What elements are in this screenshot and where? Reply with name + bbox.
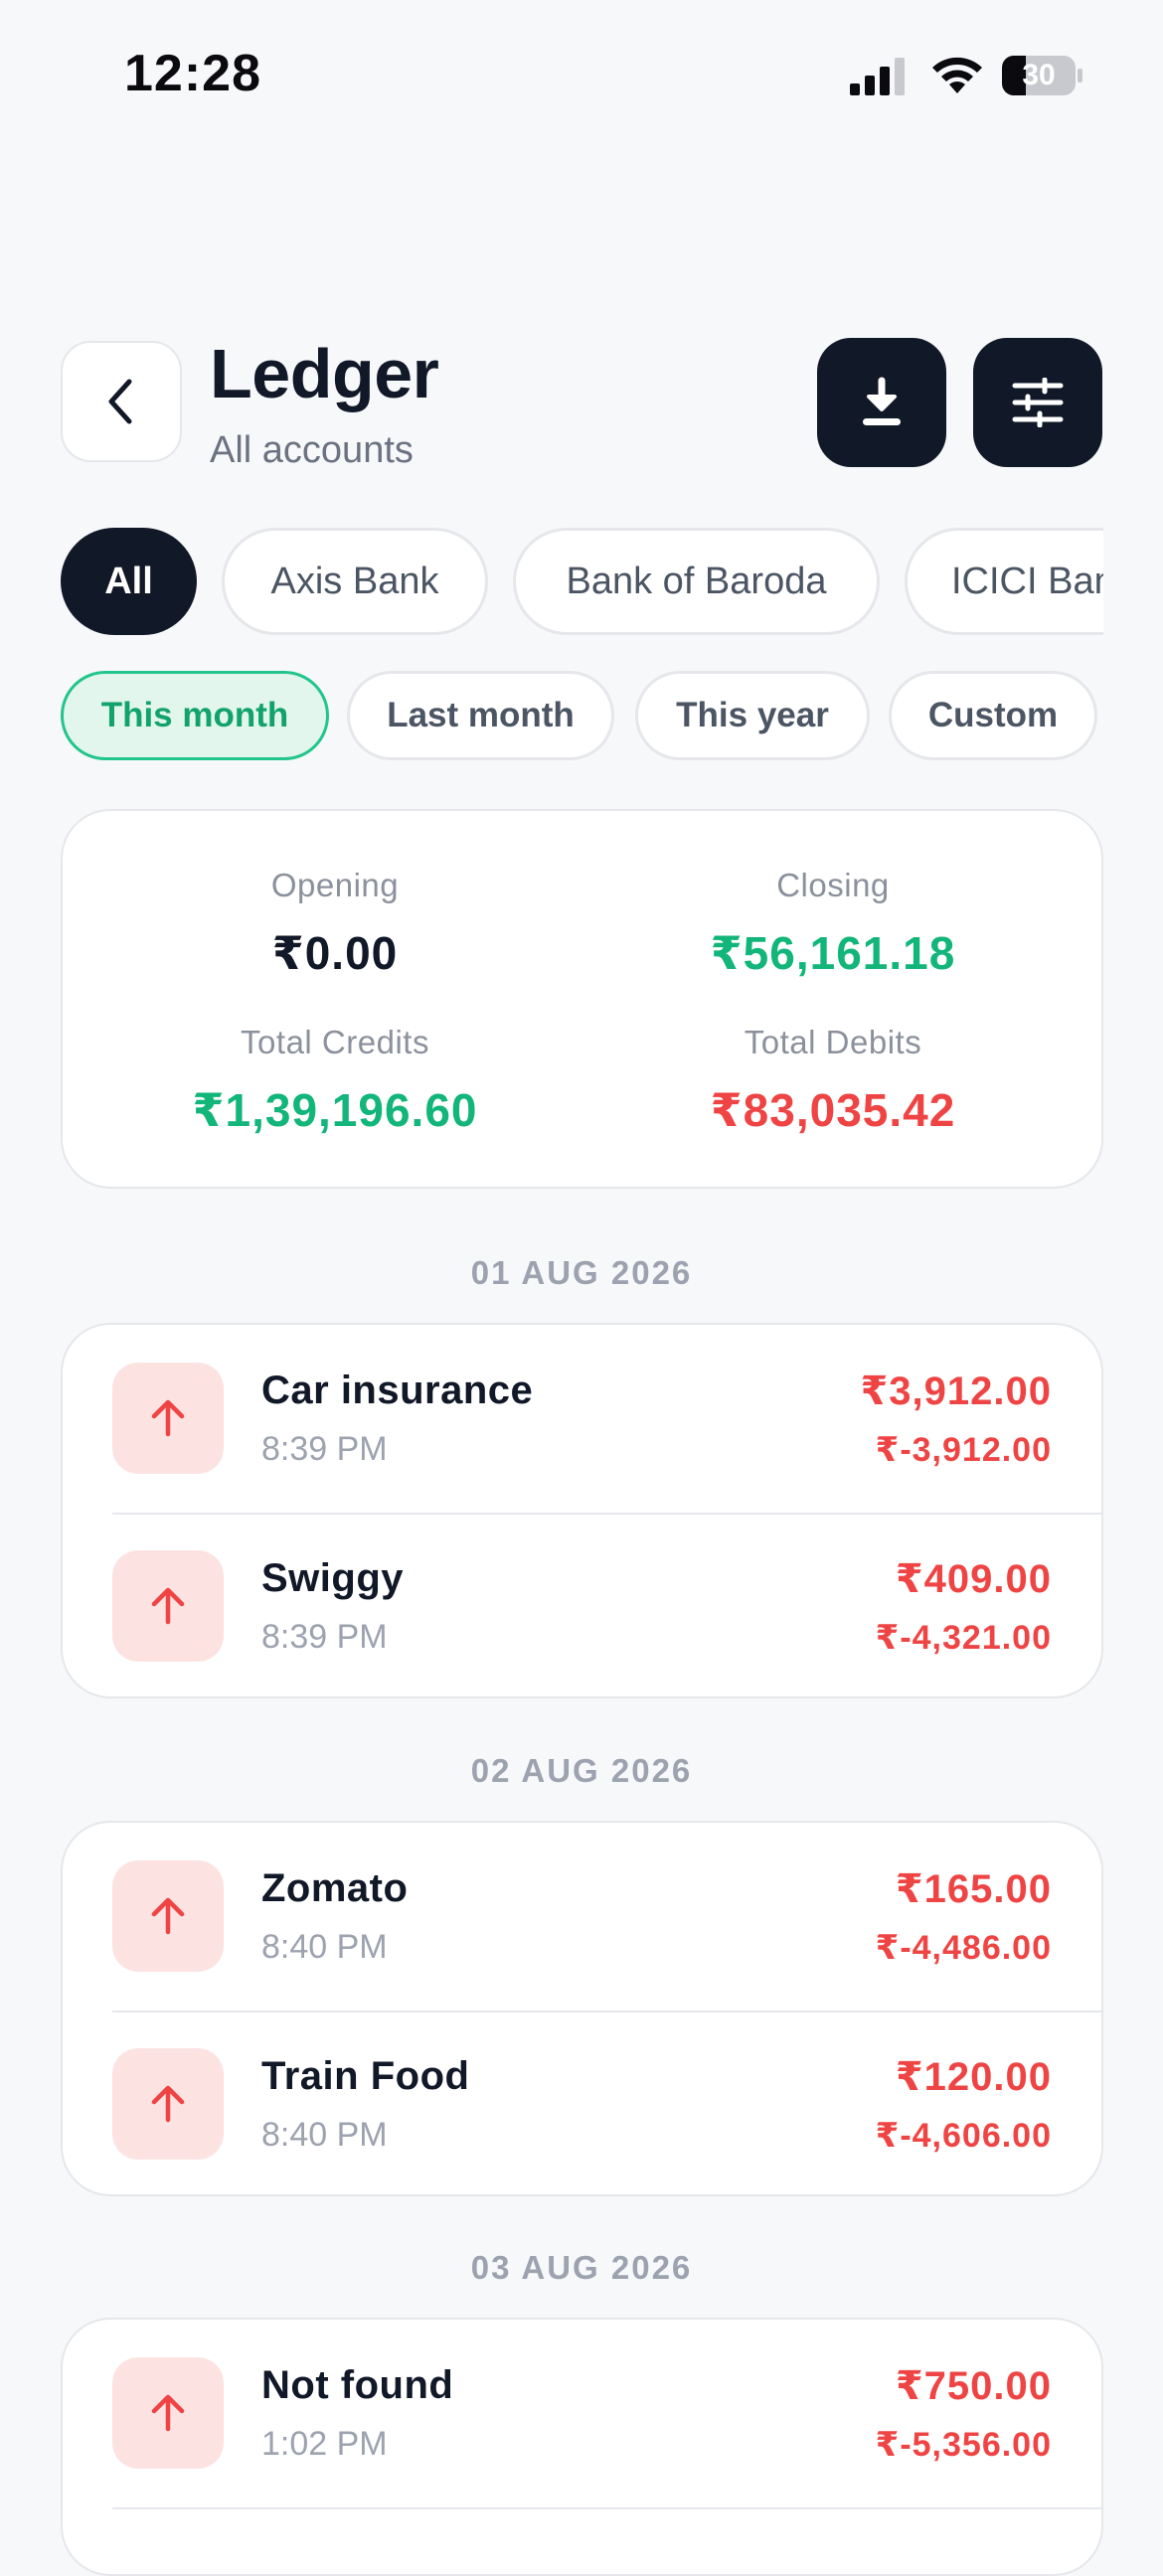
total-credits-label: Total Credits bbox=[241, 1024, 429, 1060]
running-balance: ₹-4,606.00 bbox=[875, 2117, 1052, 2155]
wifi-icon bbox=[932, 57, 982, 93]
transaction-amount: ₹409.00 bbox=[895, 1557, 1052, 1601]
total-debits-label: Total Debits bbox=[744, 1024, 922, 1060]
transaction-row[interactable]: Zomato 8:40 PM ₹165.00 ₹-4,486.00 bbox=[63, 1823, 1101, 2011]
opening-value: ₹0.00 bbox=[271, 927, 399, 979]
date-header: 02 AUG 2026 bbox=[470, 1752, 693, 1789]
account-filter-chips: All Axis Bank Bank of Baroda ICICI Bank bbox=[61, 528, 1103, 635]
summary-card: Opening ₹0.00 Closing ₹56,161.18 Total C… bbox=[61, 809, 1103, 1189]
closing-label: Closing bbox=[776, 867, 890, 903]
debit-arrow-up-icon bbox=[112, 2048, 224, 2160]
cellular-signal-icon bbox=[850, 58, 905, 95]
battery-icon: 30 bbox=[1002, 56, 1083, 95]
transaction-name: Not found bbox=[261, 2363, 454, 2407]
total-credits-value: ₹1,39,196.60 bbox=[192, 1084, 478, 1136]
total-debits-value: ₹83,035.42 bbox=[710, 1084, 956, 1136]
transaction-name: Zomato bbox=[261, 1866, 409, 1910]
total-debits-stat: Total Debits ₹83,035.42 bbox=[599, 1024, 1067, 1137]
transaction-name: Car insurance bbox=[261, 1368, 534, 1412]
transaction-time: 8:39 PM bbox=[261, 1618, 388, 1656]
chip-account-all[interactable]: All bbox=[61, 528, 197, 635]
transaction-row[interactable]: Train Food 8:40 PM ₹120.00 ₹-4,606.00 bbox=[63, 2011, 1101, 2194]
chip-period-this-year[interactable]: This year bbox=[635, 671, 870, 760]
running-balance: ₹-4,321.00 bbox=[875, 1619, 1052, 1657]
transaction-row[interactable]: Not found 1:02 PM ₹750.00 ₹-5,356.00 bbox=[63, 2320, 1101, 2507]
debit-arrow-up-icon bbox=[112, 1860, 224, 1972]
battery-level: 30 bbox=[1022, 59, 1056, 91]
transaction-name: Train Food bbox=[261, 2054, 470, 2098]
filter-button[interactable] bbox=[973, 338, 1102, 467]
sliders-icon bbox=[1012, 378, 1064, 427]
status-bar: 12:28 30 bbox=[0, 0, 1163, 149]
date-header: 01 AUG 2026 bbox=[470, 1254, 693, 1291]
page-subtitle: All accounts bbox=[210, 429, 414, 471]
transaction-row[interactable]: Car insurance 8:39 PM ₹3,912.00 ₹-3,912.… bbox=[63, 1325, 1101, 1513]
chip-period-custom[interactable]: Custom bbox=[889, 671, 1097, 760]
chevron-left-icon bbox=[108, 379, 132, 424]
transaction-row[interactable]: Swiggy 8:39 PM ₹409.00 ₹-4,321.00 bbox=[63, 1513, 1101, 1696]
back-button[interactable] bbox=[61, 341, 182, 462]
download-button[interactable] bbox=[817, 338, 946, 467]
transaction-row[interactable] bbox=[63, 2507, 1101, 2574]
debit-arrow-up-icon bbox=[112, 1550, 224, 1662]
transaction-time: 8:39 PM bbox=[261, 1430, 388, 1468]
chip-account-axis-bank[interactable]: Axis Bank bbox=[222, 528, 488, 635]
chip-account-icici-bank[interactable]: ICICI Bank bbox=[905, 528, 1103, 635]
transaction-time: 8:40 PM bbox=[261, 1928, 388, 1966]
transaction-amount: ₹120.00 bbox=[895, 2055, 1052, 2099]
status-time: 12:28 bbox=[124, 45, 261, 102]
running-balance: ₹-5,356.00 bbox=[875, 2426, 1052, 2464]
closing-stat: Closing ₹56,161.18 bbox=[599, 867, 1067, 980]
period-filter-chips: This month Last month This year Custom bbox=[61, 671, 1103, 760]
transaction-time: 1:02 PM bbox=[261, 2425, 388, 2463]
download-icon bbox=[863, 377, 901, 425]
closing-value: ₹56,161.18 bbox=[710, 927, 956, 979]
transaction-name: Swiggy bbox=[261, 1556, 405, 1600]
total-credits-stat: Total Credits ₹1,39,196.60 bbox=[101, 1024, 569, 1137]
opening-stat: Opening ₹0.00 bbox=[101, 867, 569, 980]
transaction-group-card: Car insurance 8:39 PM ₹3,912.00 ₹-3,912.… bbox=[61, 1323, 1103, 1698]
transaction-amount: ₹3,912.00 bbox=[860, 1369, 1052, 1413]
transaction-amount: ₹165.00 bbox=[895, 1867, 1052, 1911]
date-header: 03 AUG 2026 bbox=[470, 2249, 693, 2286]
debit-arrow-up-icon bbox=[112, 1363, 224, 1474]
running-balance: ₹-3,912.00 bbox=[875, 1431, 1052, 1469]
transaction-amount: ₹750.00 bbox=[895, 2364, 1052, 2408]
transaction-group-card: Not found 1:02 PM ₹750.00 ₹-5,356.00 bbox=[61, 2318, 1103, 2576]
page-title: Ledger bbox=[210, 335, 439, 412]
opening-label: Opening bbox=[270, 867, 400, 903]
debit-arrow-up-icon bbox=[112, 2357, 224, 2469]
chip-period-last-month[interactable]: Last month bbox=[347, 671, 614, 760]
transaction-time: 8:40 PM bbox=[261, 2116, 388, 2154]
chip-account-bank-of-baroda[interactable]: Bank of Baroda bbox=[513, 528, 880, 635]
running-balance: ₹-4,486.00 bbox=[875, 1929, 1052, 1967]
transaction-group-card: Zomato 8:40 PM ₹165.00 ₹-4,486.00 Train … bbox=[61, 1821, 1103, 2196]
chip-period-this-month[interactable]: This month bbox=[61, 671, 329, 760]
